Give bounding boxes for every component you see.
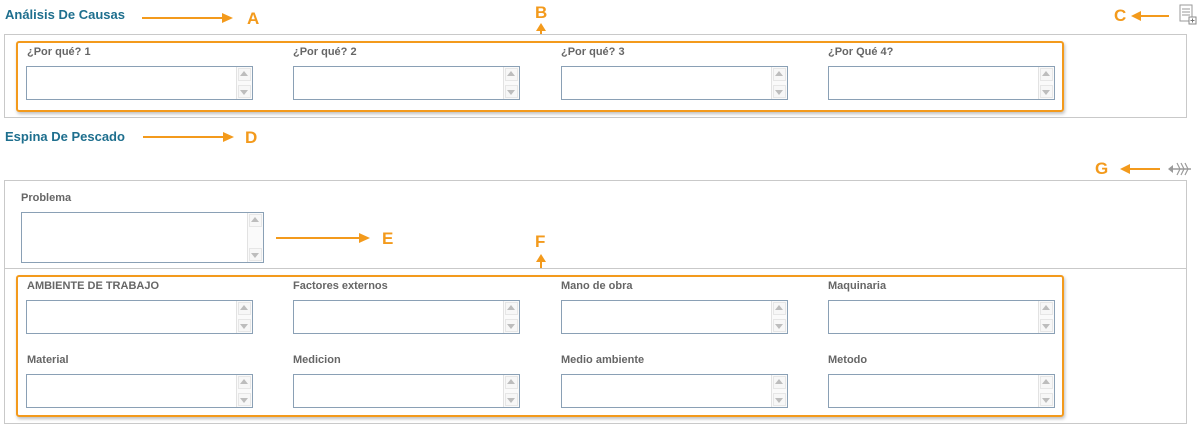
annotation-label-e: E [382,229,394,248]
category-label: Metodo [828,354,868,366]
why-1-textarea[interactable] [26,66,253,100]
add-document-icon[interactable] [1179,4,1197,26]
textarea-scrollbar[interactable] [1038,301,1054,333]
why-1-label: ¿Por qué? 1 [27,46,91,58]
textarea-scrollbar[interactable] [236,67,252,99]
why-2-label: ¿Por qué? 2 [293,46,357,58]
category-label: Maquinaria [828,280,887,292]
annotation-label-a: A [247,9,260,28]
category-label: Medio ambiente [561,354,645,366]
annotation-arrow-d [143,132,234,142]
category-metodo-textarea[interactable] [828,374,1055,408]
annotation-arrow-a [142,13,233,23]
category-medio-ambiente-textarea[interactable] [561,374,788,408]
textarea-scrollbar[interactable] [771,67,787,99]
textarea-scrollbar[interactable] [503,67,519,99]
category-label: Medicion [293,354,341,366]
why-3-label: ¿Por qué? 3 [561,46,625,58]
textarea-scrollbar[interactable] [771,375,787,407]
annotation-label-b: B [535,3,548,22]
annotation-label-d: D [245,128,258,147]
textarea-scrollbar[interactable] [236,375,252,407]
fishbone-icon[interactable] [1168,162,1192,176]
category-mano-obra-textarea[interactable] [561,300,788,334]
annotation-label-c: C [1114,6,1127,25]
why-4-textarea[interactable] [828,66,1055,100]
category-label: Factores externos [293,280,388,292]
annotation-label-f: F [535,232,546,251]
category-label: AMBIENTE DE TRABAJO [27,280,160,292]
why-4-label: ¿Por Qué 4? [828,46,894,58]
problem-textarea[interactable] [21,212,264,263]
annotation-arrow-e [276,233,370,243]
textarea-scrollbar[interactable] [247,213,263,262]
textarea-scrollbar[interactable] [771,301,787,333]
causes-section-title: Análisis De Causas [5,7,125,22]
category-factores-externos-textarea[interactable] [293,300,520,334]
category-ambiente-trabajo-textarea[interactable] [26,300,253,334]
textarea-scrollbar[interactable] [1038,67,1054,99]
textarea-scrollbar[interactable] [503,375,519,407]
why-3-textarea[interactable] [561,66,788,100]
category-label: Mano de obra [561,280,633,292]
category-label: Material [27,354,69,366]
category-maquinaria-textarea[interactable] [828,300,1055,334]
problem-label: Problema [21,192,72,204]
why-2-textarea[interactable] [293,66,520,100]
annotation-label-g: G [1095,159,1109,178]
annotation-arrow-g [1120,164,1160,174]
category-medicion-textarea[interactable] [293,374,520,408]
textarea-scrollbar[interactable] [236,301,252,333]
fishbone-section-title: Espina De Pescado [5,129,125,144]
category-material-textarea[interactable] [26,374,253,408]
textarea-scrollbar[interactable] [503,301,519,333]
textarea-scrollbar[interactable] [1038,375,1054,407]
annotation-arrow-c [1131,11,1169,21]
